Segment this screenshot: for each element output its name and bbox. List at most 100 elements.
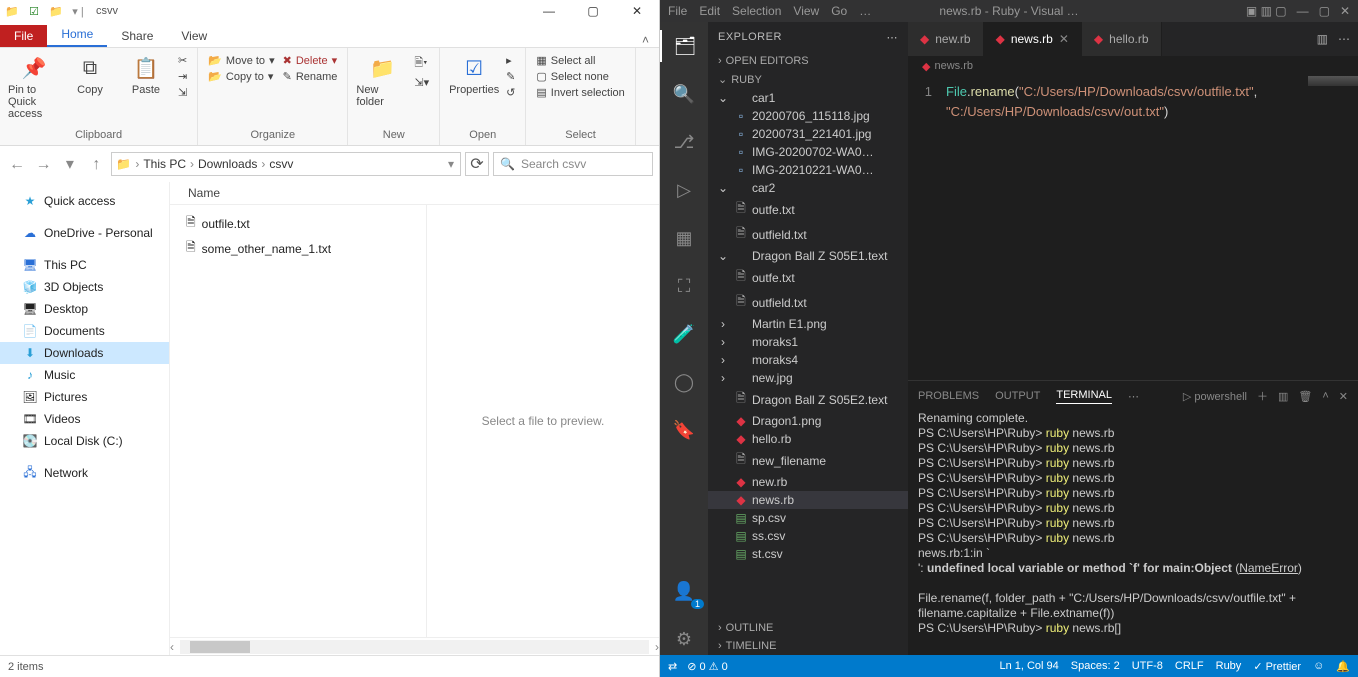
- nav-pictures[interactable]: 🖼Pictures: [0, 386, 169, 408]
- menu-more[interactable]: …: [859, 4, 871, 18]
- new-terminal-icon[interactable]: ＋: [1257, 388, 1268, 404]
- rename-button[interactable]: ✎ Rename: [283, 70, 338, 83]
- test-icon[interactable]: 🧪: [660, 318, 708, 350]
- source-control-icon[interactable]: ⎇: [660, 126, 708, 158]
- tree-item[interactable]: ▫20200706_115118.jpg: [708, 107, 908, 125]
- file-tree[interactable]: ⌄car1▫20200706_115118.jpg▫20200731_22140…: [708, 89, 908, 619]
- nav-3dobjects[interactable]: 🧊3D Objects: [0, 276, 169, 298]
- extensions-icon[interactable]: ▦: [660, 222, 708, 254]
- accounts-icon[interactable]: 👤1: [660, 575, 708, 607]
- close-button[interactable]: ✕: [1340, 4, 1350, 18]
- tree-item[interactable]: ◆hello.rb: [708, 430, 908, 448]
- cursor-position[interactable]: Ln 1, Col 94: [999, 660, 1058, 672]
- new-item-button[interactable]: 🗎▾: [414, 54, 429, 73]
- panel-tab-problems[interactable]: PROBLEMS: [918, 390, 979, 402]
- more-icon[interactable]: ⋯: [1338, 32, 1350, 46]
- maximize-panel-icon[interactable]: ˄: [1322, 390, 1328, 402]
- eol-status[interactable]: CRLF: [1175, 660, 1204, 672]
- menu-go[interactable]: Go: [831, 4, 847, 18]
- editor-tab[interactable]: ◆news.rb✕: [984, 22, 1082, 56]
- maximize-button[interactable]: ▢: [1319, 4, 1330, 18]
- maximize-button[interactable]: ▢: [571, 0, 615, 22]
- tree-item[interactable]: ›Martin E1.png: [708, 315, 908, 333]
- nav-videos[interactable]: 🎞Videos: [0, 408, 169, 430]
- menu-selection[interactable]: Selection: [732, 4, 781, 18]
- close-button[interactable]: ✕: [615, 0, 659, 22]
- menu-view[interactable]: View: [793, 4, 819, 18]
- github-icon[interactable]: ◯: [660, 366, 708, 398]
- folder-small-icon[interactable]: 📁: [48, 3, 64, 19]
- tree-item[interactable]: ▫IMG-20200702-WA0…: [708, 143, 908, 161]
- problems-status[interactable]: ⊘ 0 ⚠ 0: [687, 660, 728, 673]
- nav-local-disk[interactable]: 💽Local Disk (C:): [0, 430, 169, 452]
- trash-icon[interactable]: 🗑: [1298, 390, 1312, 403]
- history-button[interactable]: ↺: [506, 86, 515, 99]
- more-icon[interactable]: ⋯: [1128, 390, 1139, 403]
- edit-button[interactable]: ✎: [506, 70, 515, 83]
- editor-tab[interactable]: ◆hello.rb: [1082, 22, 1162, 56]
- tree-item[interactable]: ◆Dragon1.png: [708, 412, 908, 430]
- tree-item[interactable]: ▫IMG-20210221-WA0…: [708, 161, 908, 179]
- close-panel-icon[interactable]: ✕: [1339, 390, 1348, 403]
- crumb-thispc[interactable]: This PC: [143, 157, 186, 171]
- nav-documents[interactable]: 📄Documents: [0, 320, 169, 342]
- tree-item[interactable]: ⌄car2: [708, 179, 908, 197]
- explorer-icon[interactable]: 🗂: [660, 30, 708, 62]
- editor-tab[interactable]: ◆new.rb: [908, 22, 984, 56]
- minimize-button[interactable]: —: [1297, 4, 1309, 18]
- settings-icon[interactable]: ⚙: [660, 623, 708, 655]
- menu-file[interactable]: File: [668, 4, 687, 18]
- split-editor-icon[interactable]: ▥: [1317, 32, 1328, 46]
- formatter-status[interactable]: ✓ Prettier: [1253, 660, 1301, 673]
- tree-item[interactable]: ▫20200731_221401.jpg: [708, 125, 908, 143]
- encoding-status[interactable]: UTF-8: [1132, 660, 1163, 672]
- timeline-header[interactable]: ›TIMELINE: [708, 637, 908, 655]
- split-terminal-icon[interactable]: ▥: [1278, 390, 1288, 403]
- horizontal-scrollbar[interactable]: ‹›: [170, 637, 659, 655]
- nav-downloads[interactable]: ⬇Downloads: [0, 342, 169, 364]
- nav-quick-access[interactable]: ★Quick access: [0, 190, 169, 212]
- nav-network[interactable]: 🖧Network: [0, 462, 169, 484]
- menubar[interactable]: File Edit Selection View Go … news.rb - …: [660, 0, 1358, 22]
- tree-item[interactable]: 🗎outfield.txt: [708, 222, 908, 247]
- cut-button[interactable]: ✂: [178, 54, 187, 67]
- breadcrumb[interactable]: 📁› This PC› Downloads› csvv ▾: [111, 152, 461, 176]
- tree-item[interactable]: ⌄car1: [708, 89, 908, 107]
- copy-to-button[interactable]: 📂 Copy to ▾: [208, 70, 274, 83]
- tree-item[interactable]: ◆news.rb: [708, 491, 908, 509]
- indent-status[interactable]: Spaces: 2: [1071, 660, 1120, 672]
- close-tab-icon[interactable]: ✕: [1059, 32, 1069, 46]
- tree-item[interactable]: ›moraks1: [708, 333, 908, 351]
- file-list[interactable]: 🗎outfile.txt 🗎some_other_name_1.txt: [170, 205, 426, 637]
- file-item[interactable]: 🗎outfile.txt: [182, 211, 414, 236]
- paste-shortcut-button[interactable]: ⇲: [178, 86, 187, 99]
- navigation-pane[interactable]: ★Quick access ☁OneDrive - Personal 🖥This…: [0, 182, 170, 655]
- tree-item[interactable]: ▤sp.csv: [708, 509, 908, 527]
- tab-home[interactable]: Home: [47, 23, 107, 47]
- crumb-csvv[interactable]: csvv: [269, 157, 293, 171]
- select-all-button[interactable]: ▦ Select all: [536, 54, 624, 67]
- search-input[interactable]: 🔍Search csvv: [493, 152, 653, 176]
- move-to-button[interactable]: 📂 Move to ▾: [208, 54, 274, 67]
- search-icon[interactable]: 🔍: [660, 78, 708, 110]
- tab-view[interactable]: View: [167, 25, 221, 47]
- tab-file[interactable]: File: [0, 25, 47, 47]
- refresh-button[interactable]: ⟳: [465, 152, 489, 176]
- open-editors-header[interactable]: ›OPEN EDITORS: [708, 52, 908, 70]
- nav-thispc[interactable]: 🖥This PC: [0, 254, 169, 276]
- more-icon[interactable]: ⋯: [887, 31, 899, 44]
- run-debug-icon[interactable]: ▷: [660, 174, 708, 206]
- minimap[interactable]: [1308, 76, 1358, 86]
- easy-access-button[interactable]: ⇲▾: [414, 76, 429, 89]
- tree-item[interactable]: 🗎outfe.txt: [708, 197, 908, 222]
- tree-item[interactable]: ›new.jpg: [708, 369, 908, 387]
- open-button[interactable]: ▸: [506, 54, 515, 67]
- tree-item[interactable]: ◆new.rb: [708, 473, 908, 491]
- bell-icon[interactable]: 🔔: [1336, 660, 1350, 673]
- back-button[interactable]: ←: [6, 156, 28, 174]
- panel-tab-output[interactable]: OUTPUT: [995, 390, 1040, 402]
- shell-label[interactable]: ▷ powershell: [1183, 390, 1247, 403]
- tree-item[interactable]: ▤st.csv: [708, 545, 908, 563]
- menu-edit[interactable]: Edit: [699, 4, 720, 18]
- copy-path-button[interactable]: ⇥: [178, 70, 187, 83]
